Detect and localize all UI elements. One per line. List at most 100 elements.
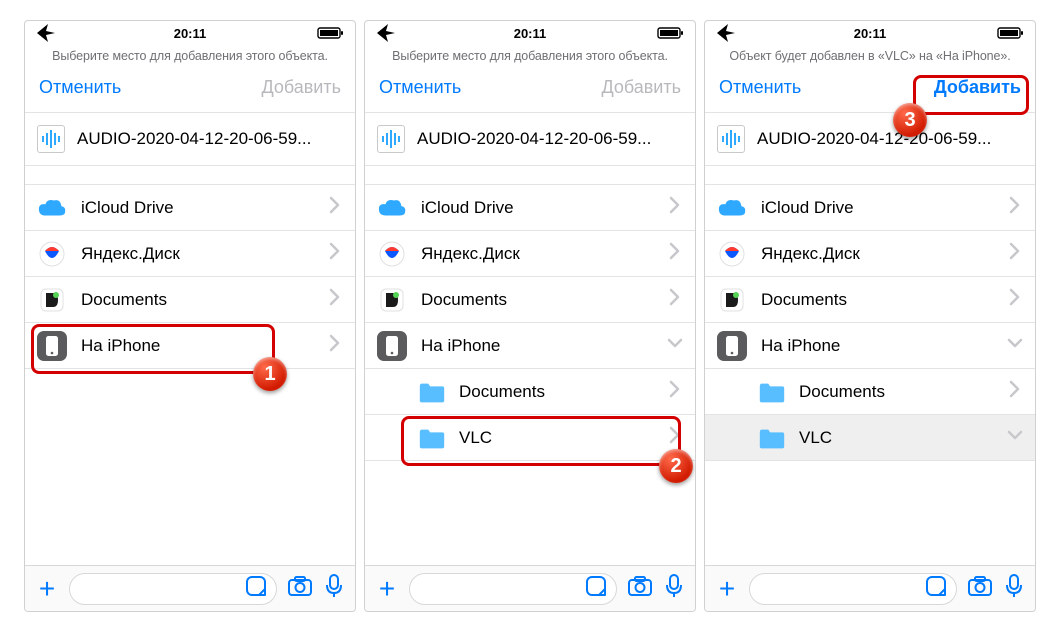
audio-file-icon (717, 125, 745, 153)
location-row-vlc[interactable]: VLC (365, 415, 695, 461)
location-row-documents[interactable]: Documents (705, 369, 1035, 415)
cancel-button[interactable]: Отменить (379, 77, 461, 98)
screenshot-2: 20:11Выберите место для добавления этого… (364, 20, 696, 612)
location-row-на-iphone[interactable]: На iPhone (365, 323, 695, 369)
camera-icon[interactable] (967, 574, 993, 603)
chevron-right-icon (665, 425, 685, 450)
icloud-icon (377, 193, 407, 223)
battery-icon (625, 25, 685, 41)
location-label: Яндекс.Диск (761, 244, 1005, 264)
yandex-disk-icon (377, 239, 407, 269)
chevron-right-icon (1005, 379, 1025, 404)
file-name-label: AUDIO-2020-04-12-20-06-59... (77, 129, 347, 149)
action-bar: Отменить Добавить (365, 71, 695, 112)
add-button[interactable]: Добавить (934, 77, 1021, 98)
file-to-save: AUDIO-2020-04-12-20-06-59... (25, 112, 355, 166)
status-time: 20:11 (775, 26, 965, 41)
chevron-down-icon (1005, 425, 1025, 450)
file-name-label: AUDIO-2020-04-12-20-06-59... (757, 129, 1027, 149)
location-row-яндекс-диск[interactable]: Яндекс.Диск (365, 231, 695, 277)
location-row-documents[interactable]: Documents (365, 277, 695, 323)
cancel-button[interactable]: Отменить (39, 77, 121, 98)
status-bar: 20:11 (365, 21, 695, 43)
location-label: Documents (459, 382, 665, 402)
location-label: iCloud Drive (81, 198, 325, 218)
location-list: iCloud DriveЯндекс.ДискDocumentsНа iPhon… (365, 184, 695, 461)
yandex-disk-icon (717, 239, 747, 269)
message-input[interactable] (409, 573, 617, 605)
add-button: Добавить (601, 77, 681, 98)
airplane-mode-icon (715, 22, 775, 44)
add-button: Добавить (261, 77, 341, 98)
location-label: Documents (81, 290, 325, 310)
status-time: 20:11 (435, 26, 625, 41)
chevron-right-icon (325, 241, 345, 266)
location-label: На iPhone (81, 336, 325, 356)
add-attachment-button[interactable]: + (35, 573, 59, 605)
bottom-toolbar: + (365, 565, 695, 611)
chevron-right-icon (325, 195, 345, 220)
message-input[interactable] (749, 573, 957, 605)
camera-icon[interactable] (627, 574, 653, 603)
location-list: iCloud Drive Яндекс.Диск Documents На iPhon… (25, 184, 355, 369)
chevron-down-icon (665, 333, 685, 358)
sticker-icon[interactable] (244, 574, 268, 603)
on-iphone-icon (37, 331, 67, 361)
location-row-на-iphone[interactable]: На iPhone (705, 323, 1035, 369)
chevron-right-icon (325, 287, 345, 312)
status-time: 20:11 (95, 26, 285, 41)
location-row-vlc[interactable]: VLC (705, 415, 1035, 461)
chevron-down-icon (1005, 333, 1025, 358)
status-bar: 20:11 (25, 21, 355, 43)
camera-icon[interactable] (287, 574, 313, 603)
message-input[interactable] (69, 573, 277, 605)
bottom-toolbar: + (25, 565, 355, 611)
cancel-button[interactable]: Отменить (719, 77, 801, 98)
audio-file-icon (377, 125, 405, 153)
battery-icon (965, 25, 1025, 41)
file-to-save: AUDIO-2020-04-12-20-06-59... (705, 112, 1035, 166)
bottom-toolbar: + (705, 565, 1035, 611)
icloud-icon (717, 193, 747, 223)
mic-icon[interactable] (323, 573, 345, 604)
location-row-яндекс-диск[interactable]: Яндекс.Диск (705, 231, 1035, 277)
chevron-right-icon (665, 379, 685, 404)
chevron-right-icon (1005, 287, 1025, 312)
documents-app-icon (717, 285, 747, 315)
chevron-right-icon (1005, 195, 1025, 220)
airplane-mode-icon (35, 22, 95, 44)
mic-icon[interactable] (663, 573, 685, 604)
location-prompt: Объект будет добавлен в «VLC» на «На iPh… (705, 43, 1035, 71)
location-row-icloud-drive[interactable]: iCloud Drive (365, 185, 695, 231)
location-row-documents[interactable]: Documents (705, 277, 1035, 323)
chevron-right-icon (1005, 241, 1025, 266)
status-bar: 20:11 (705, 21, 1035, 43)
screenshot-1: 20:11Выберите место для добавления этого… (24, 20, 356, 612)
sticker-icon[interactable] (924, 574, 948, 603)
location-label: Яндекс.Диск (81, 244, 325, 264)
chevron-right-icon (665, 241, 685, 266)
folder-icon (417, 423, 447, 453)
location-row-icloud-drive[interactable]: iCloud Drive (25, 185, 355, 231)
battery-icon (285, 25, 345, 41)
add-attachment-button[interactable]: + (715, 573, 739, 605)
location-label: На iPhone (421, 336, 665, 356)
folder-icon (757, 377, 787, 407)
chevron-right-icon (665, 195, 685, 220)
add-attachment-button[interactable]: + (375, 573, 399, 605)
documents-app-icon (377, 285, 407, 315)
location-row-documents[interactable]: Documents (25, 277, 355, 323)
on-iphone-icon (377, 331, 407, 361)
location-row-яндекс-диск[interactable]: Яндекс.Диск (25, 231, 355, 277)
location-list: iCloud DriveЯндекс.ДискDocumentsНа iPhon… (705, 184, 1035, 461)
folder-icon (417, 377, 447, 407)
mic-icon[interactable] (1003, 573, 1025, 604)
location-row-icloud-drive[interactable]: iCloud Drive (705, 185, 1035, 231)
location-label: Documents (799, 382, 1005, 402)
location-label: VLC (459, 428, 665, 448)
sticker-icon[interactable] (584, 574, 608, 603)
location-row-documents[interactable]: Documents (365, 369, 695, 415)
airplane-mode-icon (375, 22, 435, 44)
location-row-на-iphone[interactable]: На iPhone (25, 323, 355, 369)
action-bar: Отменить Добавить (25, 71, 355, 112)
